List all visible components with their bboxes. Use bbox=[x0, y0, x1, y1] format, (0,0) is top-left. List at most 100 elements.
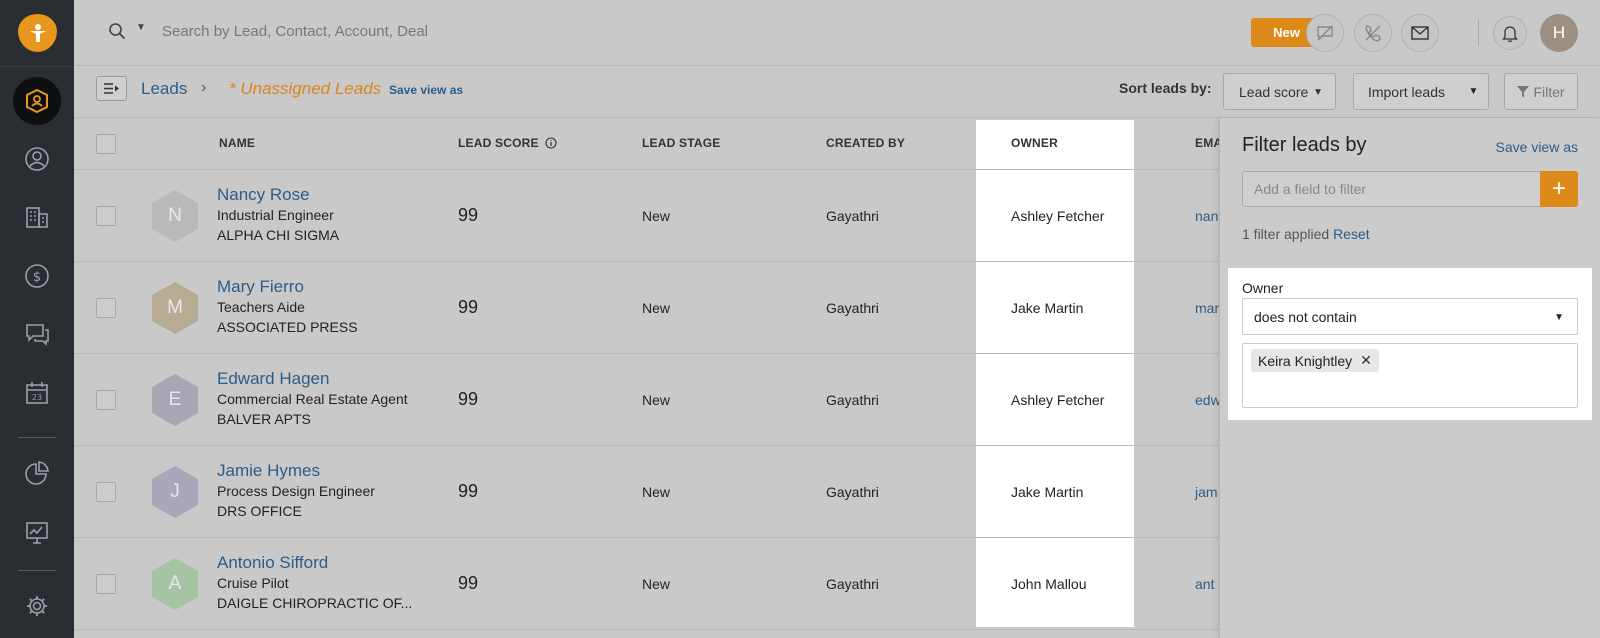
row-checkbox[interactable] bbox=[96, 482, 116, 502]
funnel-icon bbox=[1517, 85, 1530, 98]
save-view-link[interactable]: Save view as bbox=[389, 83, 463, 97]
lead-name-link[interactable]: Edward Hagen bbox=[217, 369, 329, 389]
view-toggle-button[interactable] bbox=[96, 76, 127, 101]
lead-stage: New bbox=[642, 208, 671, 224]
lead-company: BALVER APTS bbox=[217, 411, 311, 427]
sidebar-item-analytics[interactable] bbox=[22, 458, 52, 488]
contact-icon bbox=[25, 147, 49, 171]
breadcrumb-chevron-icon: › bbox=[201, 79, 207, 96]
lead-owner: Jake Martin bbox=[1011, 300, 1084, 316]
sidebar: $ 23 bbox=[0, 0, 74, 638]
row-checkbox[interactable] bbox=[96, 206, 116, 226]
lead-company: ALPHA CHI SIGMA bbox=[217, 227, 340, 243]
filter-button[interactable]: Filter bbox=[1504, 73, 1578, 110]
mail-icon bbox=[1411, 26, 1429, 40]
row-checkbox[interactable] bbox=[96, 298, 116, 318]
lead-job-title: Industrial Engineer bbox=[217, 207, 334, 223]
lead-name-link[interactable]: Antonio Sifford bbox=[217, 553, 328, 573]
app-logo[interactable] bbox=[18, 14, 57, 52]
chevron-down-icon: ▼ bbox=[1313, 87, 1323, 98]
lead-job-title: Process Design Engineer bbox=[217, 483, 375, 499]
filter-panel-title: Filter leads by bbox=[1242, 134, 1367, 156]
svg-text:$: $ bbox=[33, 270, 41, 285]
search-scope-caret-icon[interactable]: ▼ bbox=[136, 22, 146, 33]
lead-owner: John Mallou bbox=[1011, 576, 1087, 592]
column-lead-score[interactable]: LEAD SCORE bbox=[458, 136, 557, 150]
lead-avatar: M bbox=[152, 282, 198, 334]
email-button[interactable] bbox=[1401, 14, 1439, 52]
list-toolbar: Leads › * Unassigned Leads Save view as … bbox=[74, 66, 1600, 118]
filter-values-input[interactable]: Keira Knightley ✕ bbox=[1242, 343, 1578, 408]
lead-email-link[interactable]: mar bbox=[1195, 300, 1219, 316]
filter-save-view-link[interactable]: Save view as bbox=[1496, 139, 1578, 155]
sort-select[interactable]: Lead score ▼ bbox=[1223, 73, 1336, 110]
current-view-title: * Unassigned Leads bbox=[229, 79, 382, 98]
pie-chart-icon bbox=[25, 461, 49, 485]
building-icon bbox=[26, 207, 48, 228]
column-name[interactable]: NAME bbox=[219, 136, 255, 150]
chat-off-icon bbox=[1317, 25, 1333, 41]
add-filter-button[interactable]: + bbox=[1540, 171, 1578, 207]
lead-name-link[interactable]: Nancy Rose bbox=[217, 185, 310, 205]
lead-company: DAIGLE CHIROPRACTIC OF... bbox=[217, 595, 413, 611]
lead-score: 99 bbox=[458, 205, 479, 225]
import-leads-button[interactable]: Import leads bbox=[1353, 73, 1460, 110]
sidebar-item-calendar[interactable]: 23 bbox=[22, 378, 52, 408]
lead-email-link[interactable]: edw bbox=[1195, 392, 1221, 408]
lead-avatar: A bbox=[152, 558, 198, 610]
remove-tag-icon[interactable]: ✕ bbox=[1360, 352, 1372, 369]
bell-icon bbox=[1502, 25, 1518, 42]
select-all-checkbox[interactable] bbox=[96, 134, 116, 154]
owner-filter-card: Owner does not contain ▼ Keira Knightley… bbox=[1228, 268, 1592, 420]
sidebar-item-reports[interactable] bbox=[22, 518, 52, 548]
sort-label: Sort leads by: bbox=[1119, 80, 1212, 96]
lead-score: 99 bbox=[458, 573, 479, 593]
filter-operator-select[interactable]: does not contain ▼ bbox=[1242, 298, 1578, 335]
search-input[interactable] bbox=[162, 18, 762, 44]
lead-email-link[interactable]: ant bbox=[1195, 576, 1214, 592]
notifications-button[interactable] bbox=[1493, 16, 1527, 50]
created-by: Gayathri bbox=[826, 208, 879, 224]
presentation-chart-icon bbox=[26, 522, 48, 544]
lead-owner: Jake Martin bbox=[1011, 484, 1084, 500]
column-owner[interactable]: OWNER bbox=[1011, 136, 1058, 150]
filters-applied-text: 1 filter applied bbox=[1242, 226, 1330, 242]
gear-icon bbox=[27, 596, 47, 616]
lead-email-link[interactable]: jam bbox=[1195, 484, 1218, 500]
chevron-down-icon: ▼ bbox=[1554, 312, 1564, 323]
phone-disabled-button[interactable] bbox=[1354, 14, 1392, 52]
sidebar-item-accounts[interactable] bbox=[22, 202, 52, 232]
column-lead-stage[interactable]: LEAD STAGE bbox=[642, 136, 720, 150]
search-icon[interactable] bbox=[108, 22, 126, 40]
sidebar-item-deals[interactable]: $ bbox=[22, 261, 52, 291]
lead-stage: New bbox=[642, 576, 671, 592]
lead-stage: New bbox=[642, 300, 671, 316]
sidebar-item-conversations[interactable] bbox=[22, 319, 52, 349]
column-lead-score-label: LEAD SCORE bbox=[458, 136, 539, 150]
reset-filters-link[interactable]: Reset bbox=[1333, 226, 1370, 242]
lead-name-link[interactable]: Mary Fierro bbox=[217, 277, 304, 297]
chat-disabled-button[interactable] bbox=[1306, 14, 1344, 52]
breadcrumb-leads[interactable]: Leads bbox=[141, 79, 187, 99]
lead-company: ASSOCIATED PRESS bbox=[217, 319, 358, 335]
user-avatar[interactable]: H bbox=[1540, 14, 1578, 52]
lead-name-link[interactable]: Jamie Hymes bbox=[217, 461, 320, 481]
lead-job-title: Teachers Aide bbox=[217, 299, 305, 315]
column-created-by[interactable]: CREATED BY bbox=[826, 136, 905, 150]
lead-email-link[interactable]: nan bbox=[1195, 208, 1218, 224]
sidebar-divider bbox=[18, 570, 56, 571]
info-icon[interactable] bbox=[545, 137, 557, 149]
lead-owner: Ashley Fetcher bbox=[1011, 392, 1105, 408]
dollar-icon: $ bbox=[25, 264, 49, 288]
sidebar-item-contacts[interactable] bbox=[22, 144, 52, 174]
filter-operator-value: does not contain bbox=[1254, 308, 1357, 325]
sidebar-item-settings[interactable] bbox=[22, 591, 52, 621]
import-options-caret[interactable]: ▼ bbox=[1459, 73, 1489, 110]
add-filter-field-input[interactable] bbox=[1242, 171, 1540, 207]
calendar-icon: 23 bbox=[26, 382, 48, 404]
sidebar-item-leads[interactable] bbox=[13, 77, 61, 125]
row-checkbox[interactable] bbox=[96, 574, 116, 594]
lead-job-title: Commercial Real Estate Agent bbox=[217, 391, 408, 407]
created-by: Gayathri bbox=[826, 392, 879, 408]
row-checkbox[interactable] bbox=[96, 390, 116, 410]
